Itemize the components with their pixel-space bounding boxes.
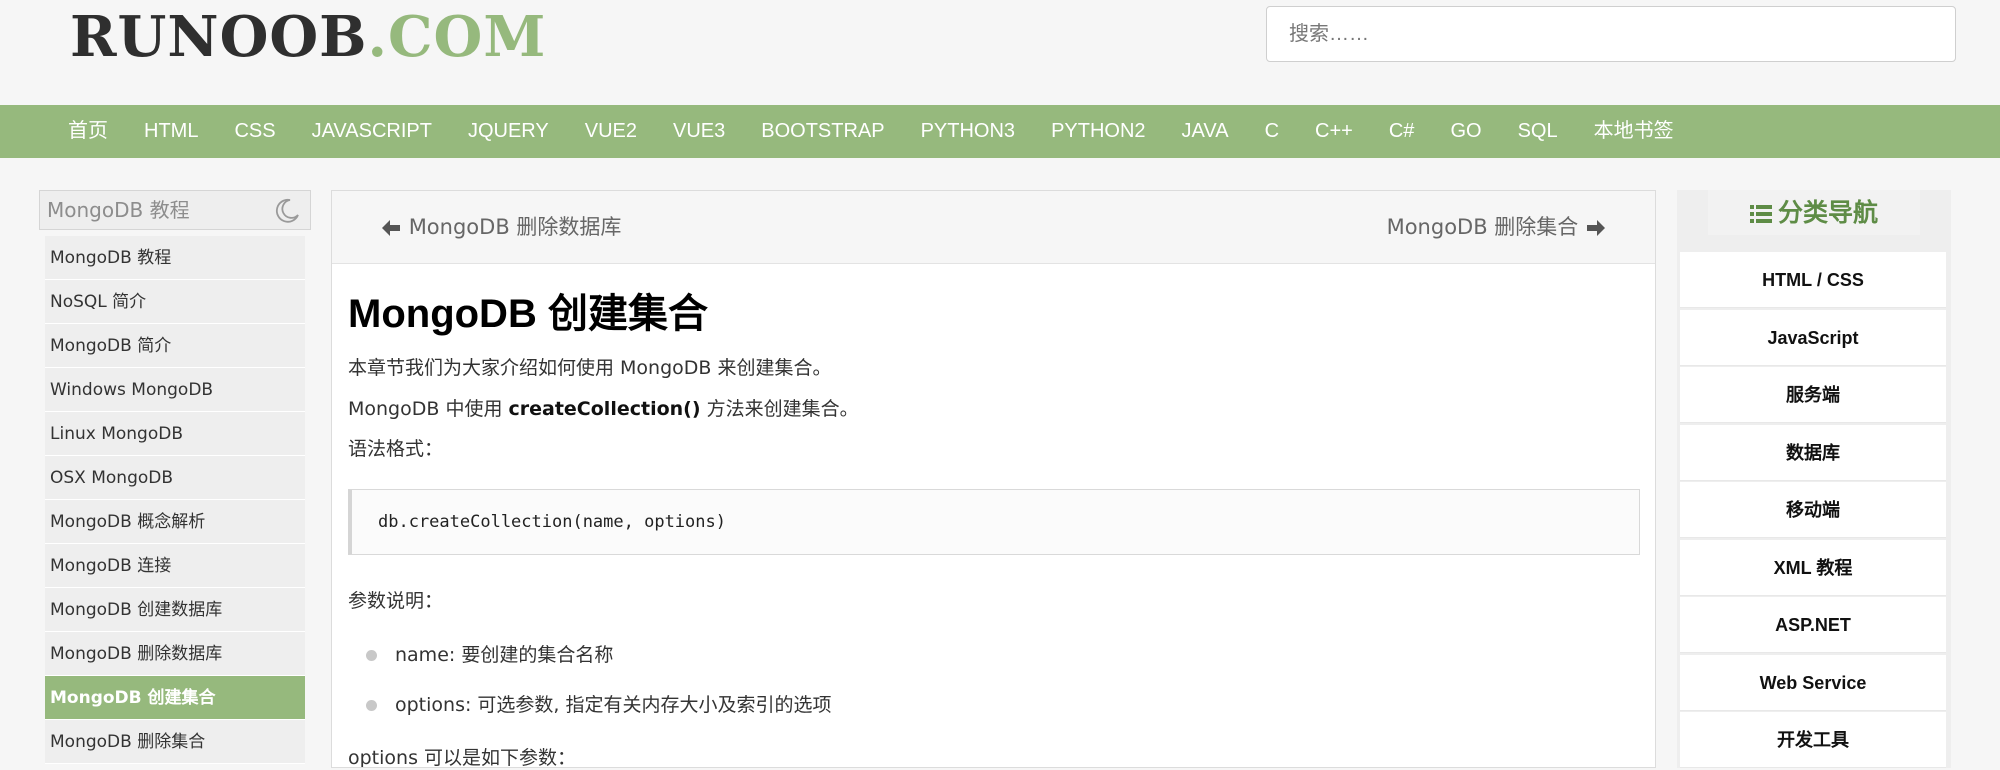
code-block: db.createCollection(name, options) xyxy=(348,489,1640,555)
nav-item[interactable]: GO xyxy=(1432,105,1499,158)
nav-item[interactable]: C xyxy=(1247,105,1297,158)
usage-prefix: MongoDB 中使用 xyxy=(348,398,509,420)
category-item[interactable]: 服务端 xyxy=(1680,367,1946,423)
nav-item[interactable]: C# xyxy=(1371,105,1433,158)
nav-item[interactable]: JAVA xyxy=(1164,105,1247,158)
category-item[interactable]: Web Service xyxy=(1680,654,1946,711)
nav-item[interactable]: 首页 xyxy=(50,105,126,158)
nav-item[interactable]: VUE3 xyxy=(655,105,743,158)
nav-item[interactable]: VUE2 xyxy=(567,105,655,158)
sidebar-item[interactable]: MongoDB 概念解析 xyxy=(45,500,305,544)
category-nav-header: 分类导航 xyxy=(1708,190,1920,235)
intro-text: 本章节我们为大家介绍如何使用 MongoDB 来创建集合。 xyxy=(348,357,832,379)
main-content: MongoDB 删除数据库 MongoDB 删除集合 MongoDB 创建集合 … xyxy=(331,190,1656,768)
category-item[interactable]: 数据库 xyxy=(1680,424,1946,481)
nav-item[interactable]: JAVASCRIPT xyxy=(294,105,450,158)
nav-item-list: 首页 HTML CSS JAVASCRIPT JQUERY VUE2 VUE3 BOOTSTR… xyxy=(0,105,2000,158)
category-item[interactable]: XML 教程 xyxy=(1680,539,1946,596)
category-item[interactable]: JavaScript xyxy=(1680,309,1946,366)
logo-suffix: .COM xyxy=(367,4,547,70)
bullet-icon xyxy=(366,650,377,661)
site-logo[interactable]: RUNOOB.COM xyxy=(70,2,546,72)
category-item[interactable]: ASP.NET xyxy=(1680,597,1946,653)
search-placeholder: 搜索…… xyxy=(1289,23,1369,45)
prev-page-link[interactable]: MongoDB 删除数据库 xyxy=(380,191,621,263)
page-title: MongoDB 创建集合 xyxy=(348,292,708,336)
usage-suffix: 方法来创建集合。 xyxy=(700,398,859,420)
param-text: name: 要创建的集合名称 xyxy=(395,644,614,666)
next-page-link[interactable]: MongoDB 删除集合 xyxy=(1387,191,1607,263)
left-sidebar: MongoDB 教程 MongoDB 教程 NoSQL 简介 MongoDB 简介 W… xyxy=(39,190,311,768)
bullet-icon xyxy=(366,700,377,711)
pager: MongoDB 删除数据库 MongoDB 删除集合 xyxy=(332,191,1655,264)
sidebar-item[interactable]: MongoDB 教程 xyxy=(45,236,305,280)
param-text: options: 可选参数, 指定有关内存大小及索引的选项 xyxy=(395,694,832,716)
sidebar-item[interactable]: NoSQL 简介 xyxy=(45,280,305,324)
usage-method: createCollection() xyxy=(508,398,701,420)
sidebar-item[interactable]: MongoDB 删除数据库 xyxy=(45,632,305,676)
sidebar-item[interactable]: Linux MongoDB xyxy=(45,412,305,456)
nav-item[interactable]: HTML xyxy=(126,105,216,158)
nav-item[interactable]: JQUERY xyxy=(450,105,567,158)
search-input[interactable]: 搜索…… xyxy=(1266,6,1956,62)
sidebar-item[interactable]: MongoDB 删除集合 xyxy=(45,720,305,764)
param-item: options: 可选参数, 指定有关内存大小及索引的选项 xyxy=(366,690,832,717)
nav-item[interactable]: 本地书签 xyxy=(1576,105,1692,158)
nav-item[interactable]: PYTHON3 xyxy=(903,105,1033,158)
sidebar-item[interactable]: MongoDB 简介 xyxy=(45,324,305,368)
code-text: db.createCollection(name, options) xyxy=(378,512,726,532)
main-nav: 首页 HTML CSS JAVASCRIPT JQUERY VUE2 VUE3 BOOTSTR… xyxy=(0,105,2000,158)
nav-item[interactable]: PYTHON2 xyxy=(1033,105,1163,158)
nav-item[interactable]: C++ xyxy=(1297,105,1371,158)
site-header: RUNOOB.COM 搜索…… xyxy=(0,0,2000,105)
category-nav-title: 分类导航 xyxy=(1777,198,1878,227)
params-label: 参数说明： xyxy=(348,590,444,612)
nav-item[interactable]: BOOTSTRAP xyxy=(743,105,902,158)
options-line: options 可以是如下参数： xyxy=(348,747,577,768)
sidebar-item[interactable]: MongoDB 创建集合 xyxy=(45,676,305,720)
next-page-label: MongoDB 删除集合 xyxy=(1386,215,1579,239)
sidebar-header: MongoDB 教程 xyxy=(39,190,311,230)
sidebar-item[interactable]: Windows MongoDB xyxy=(45,368,305,412)
category-item[interactable]: 移动端 xyxy=(1680,482,1946,538)
syntax-label: 语法格式： xyxy=(348,438,444,460)
sidebar-item[interactable]: OSX MongoDB xyxy=(45,456,305,500)
arrow-right-icon xyxy=(1587,220,1605,236)
moon-icon[interactable] xyxy=(274,198,300,224)
category-list: HTML / CSS JavaScript 服务端 数据库 移动端 XML 教程 ASP.N… xyxy=(1680,252,1946,770)
category-item[interactable]: 开发工具 xyxy=(1680,712,1946,768)
sidebar-item[interactable]: MongoDB 创建数据库 xyxy=(45,588,305,632)
nav-item[interactable]: CSS xyxy=(216,105,293,158)
list-icon xyxy=(1749,205,1772,223)
usage-text: MongoDB 中使用 createCollection() 方法来创建集合。 xyxy=(348,394,859,421)
category-item[interactable]: HTML / CSS xyxy=(1680,252,1946,308)
sidebar-title: MongoDB 教程 xyxy=(47,198,190,222)
param-item: name: 要创建的集合名称 xyxy=(366,640,613,667)
nav-item[interactable]: SQL xyxy=(1500,105,1576,158)
arrow-left-icon xyxy=(382,220,400,236)
sidebar-item[interactable]: MongoDB 连接 xyxy=(45,544,305,588)
prev-page-label: MongoDB 删除数据库 xyxy=(408,215,622,239)
right-sidebar: 分类导航 HTML / CSS JavaScript 服务端 数据库 移动端 XML 教程… xyxy=(1677,190,1951,768)
sidebar-list: MongoDB 教程 NoSQL 简介 MongoDB 简介 Windows Mong… xyxy=(45,236,305,764)
logo-main: RUNOOB xyxy=(70,4,368,70)
